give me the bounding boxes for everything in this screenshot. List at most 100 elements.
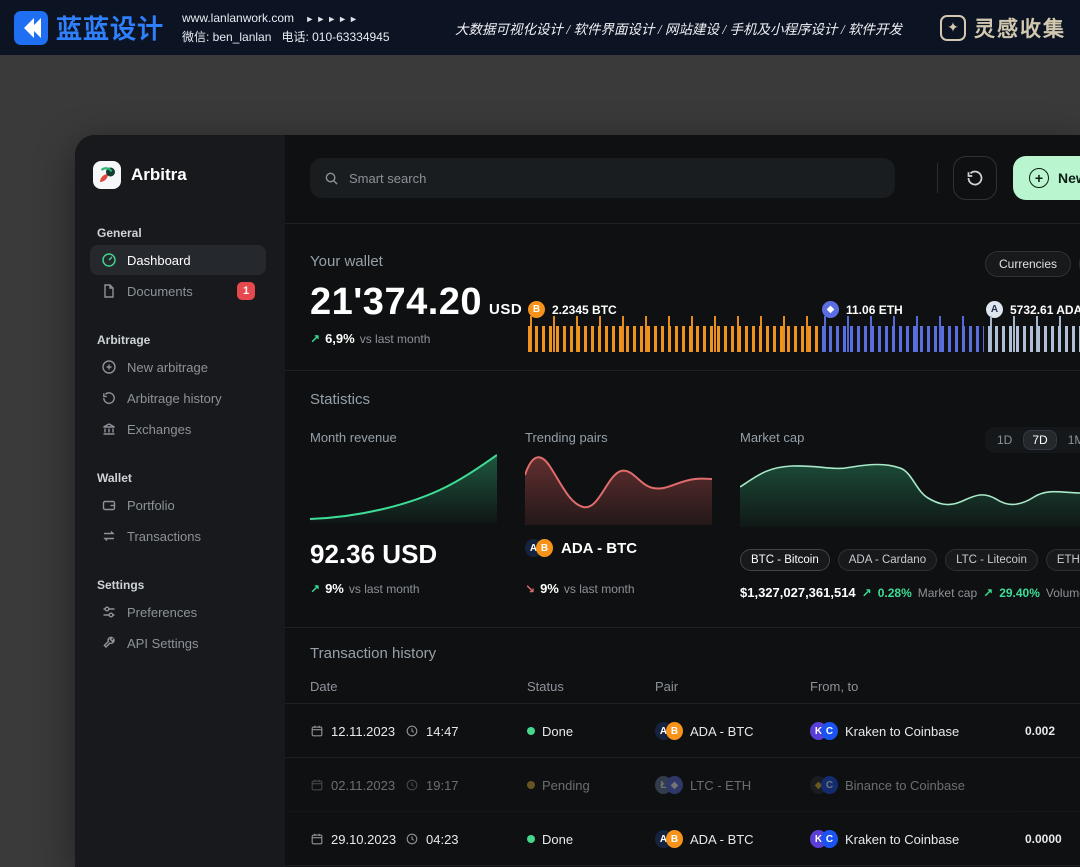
new-arbitrage-button[interactable]: + New arbitrage	[1013, 156, 1080, 200]
brand: 蓝蓝设计	[14, 9, 164, 46]
sidebar-item-transactions[interactable]: Transactions	[90, 521, 266, 551]
clock-icon	[405, 832, 419, 846]
search-input[interactable]	[349, 171, 881, 186]
nav-section-settings: Settings	[97, 578, 144, 592]
file-icon	[101, 283, 117, 299]
sidebar-item-api-settings[interactable]: API Settings	[90, 628, 266, 658]
time-text: 04:23	[426, 832, 459, 847]
calendar-icon	[310, 724, 324, 738]
table-row[interactable]: 02.11.2023 19:17 Pending Ł ◆ LTC - ETH	[285, 758, 1080, 812]
eth-icon: ◆	[666, 776, 683, 794]
lanlan-logo-icon	[14, 11, 48, 45]
range-7d[interactable]: 7D	[1023, 430, 1056, 450]
sidebar-item-dashboard[interactable]: Dashboard	[90, 245, 266, 275]
balance-currency: USD	[489, 301, 522, 318]
holding-label: 2.2345 BTC	[552, 303, 617, 317]
sidebar-item-documents[interactable]: Documents 1	[90, 276, 266, 306]
sidebar-item-portfolio[interactable]: Portfolio	[90, 490, 266, 520]
history-button[interactable]	[953, 156, 997, 200]
pair-icons: A B	[655, 830, 683, 848]
nav-label: Preferences	[127, 605, 197, 620]
volume-label: Volume (24h)	[1046, 586, 1080, 600]
brand-contact-line: 微信: ben_lanlan 电话: 010-63334945	[182, 28, 390, 45]
change-suffix: vs last month	[564, 582, 635, 596]
sliders-icon	[101, 604, 117, 620]
exchange-icons: K C	[810, 830, 838, 848]
pill-eth-ethereum[interactable]: ETH - Ethereum	[1046, 549, 1080, 571]
sidebar-item-preferences[interactable]: Preferences	[90, 597, 266, 627]
plus-circle-icon	[101, 359, 117, 375]
pill-ada-cardano[interactable]: ADA - Cardano	[838, 549, 937, 571]
brand-url: www.lanlanwork.com	[182, 11, 294, 25]
range-toggle: 1D 7D 1M	[985, 427, 1080, 453]
holding-label: 11.06 ETH	[846, 303, 903, 317]
trending-pairs-chart	[525, 441, 712, 525]
cell-pair: A B ADA - BTC	[655, 812, 754, 866]
cell-status: Done	[527, 812, 573, 866]
inspiration-collect[interactable]: ✦ 灵感收集	[940, 0, 1066, 55]
cell-date: 02.11.2023	[310, 758, 395, 812]
range-1m[interactable]: 1M	[1059, 430, 1080, 450]
pair-text: ADA - BTC	[690, 832, 754, 847]
time-text: 19:17	[426, 778, 459, 793]
cell-route: K C Kraken to Coinbase	[810, 704, 959, 758]
brand-wechat: 微信: ben_lanlan	[182, 30, 271, 44]
sidebar-item-exchanges[interactable]: Exchanges	[90, 414, 266, 444]
trend-up-icon	[862, 586, 872, 600]
status-dot	[527, 835, 535, 843]
pair-icons: A B	[655, 722, 683, 740]
pill-btc-bitcoin[interactable]: BTC - Bitcoin	[740, 549, 830, 571]
tab-currencies[interactable]: Currencies	[985, 251, 1071, 277]
cell-date: 12.11.2023	[310, 704, 395, 758]
cell-pair: Ł ◆ LTC - ETH	[655, 758, 751, 812]
nav-label: Arbitrage history	[127, 391, 222, 406]
trending-pair: A B ADA - BTC	[525, 539, 637, 557]
wallet-balance: 21'374.20 USD	[310, 281, 522, 324]
collect-label: 灵感收集	[974, 13, 1066, 43]
pair-icons: A B	[525, 539, 553, 557]
coinbase-icon: C	[821, 776, 838, 794]
sidebar-item-arbitrage-history[interactable]: Arbitrage history	[90, 383, 266, 413]
cell-date: 29.10.2023	[310, 812, 396, 866]
search-bar[interactable]	[310, 158, 895, 198]
arbitra-logo-icon	[93, 161, 121, 189]
documents-badge: 1	[237, 282, 255, 300]
month-revenue-value: 92.36 USD	[310, 539, 437, 570]
volume-change: 29.40%	[999, 586, 1040, 600]
dashboard-window: Arbitra General Dashboard Documents 1 Ar…	[75, 135, 1080, 867]
section-divider	[285, 627, 1080, 628]
date-text: 12.11.2023	[331, 724, 395, 739]
change-percent: 9%	[325, 581, 344, 596]
cap-change: 0.28%	[878, 586, 912, 600]
cell-status: Pending	[527, 758, 590, 812]
table-row[interactable]: 29.10.2023 04:23 Done A B ADA - BTC	[285, 812, 1080, 866]
nav-section-arbitrage: Arbitrage	[97, 333, 150, 347]
status-dot	[527, 727, 535, 735]
trend-up-icon	[983, 586, 993, 600]
range-1d[interactable]: 1D	[988, 430, 1021, 450]
section-divider	[285, 223, 1080, 224]
cell-pair: A B ADA - BTC	[655, 704, 754, 758]
page: 蓝蓝设计 www.lanlanwork.com ►►►►► 微信: ben_la…	[0, 0, 1080, 867]
gauge-icon	[101, 252, 117, 268]
col-header-from-to: From, to	[810, 679, 858, 694]
cell-time: 04:23	[405, 812, 459, 866]
pill-ltc-litecoin[interactable]: LTC - Litecoin	[945, 549, 1038, 571]
trend-up-icon	[310, 582, 320, 596]
date-text: 29.10.2023	[331, 832, 396, 847]
table-row[interactable]: 12.11.2023 14:47 Done A B ADA - BTC	[285, 704, 1080, 758]
status-text: Done	[542, 724, 573, 739]
change-percent: 9%	[540, 581, 559, 596]
cell-amount: 0.002	[1025, 704, 1055, 758]
search-icon	[324, 171, 339, 186]
status-text: Done	[542, 832, 573, 847]
market-cap-stats: $1,327,027,361,514 0.28% Market cap 29.4…	[740, 585, 1080, 600]
coinbase-icon: C	[821, 722, 838, 740]
topbar-divider	[937, 163, 938, 193]
sidebar-item-new-arbitrage[interactable]: New arbitrage	[90, 352, 266, 382]
clock-icon	[405, 724, 419, 738]
status-dot	[527, 781, 535, 789]
cell-time: 14:47	[405, 704, 459, 758]
market-cap-label: Market cap	[740, 430, 804, 445]
history-icon	[101, 390, 117, 406]
